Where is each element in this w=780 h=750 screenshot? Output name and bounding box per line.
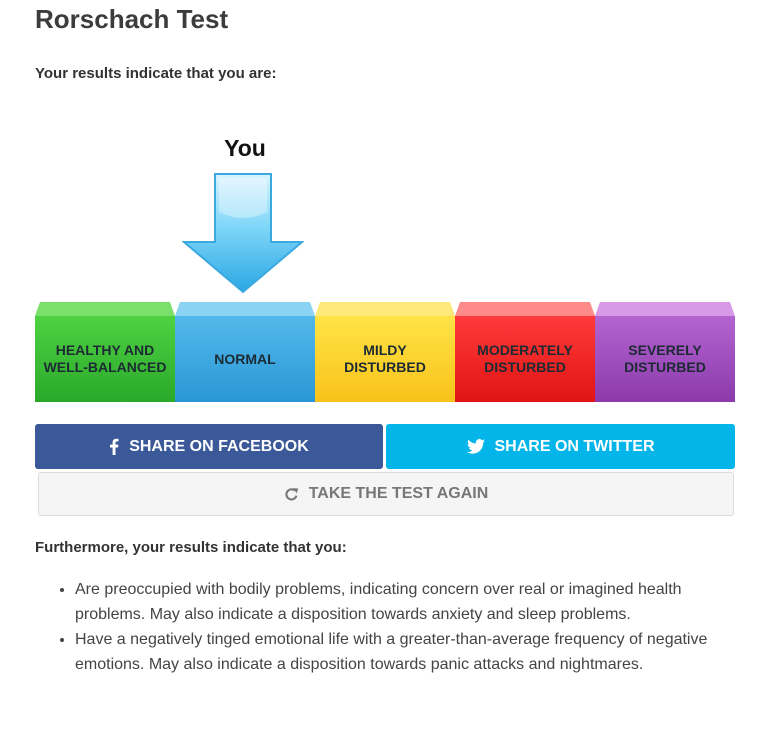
- scale-label: NORMAL: [175, 316, 315, 402]
- scale-block-severely-disturbed: SEVERELY DISTURBED: [595, 302, 735, 402]
- share-facebook-button[interactable]: SHARE ON FACEBOOK: [35, 424, 383, 469]
- share-facebook-label: SHARE ON FACEBOOK: [129, 437, 309, 455]
- block-top: [595, 302, 735, 316]
- facebook-icon: [109, 438, 119, 455]
- share-twitter-button[interactable]: SHARE ON TWITTER: [386, 424, 735, 469]
- scale-label: MILDY DISTURBED: [315, 316, 455, 402]
- refresh-icon: [284, 487, 299, 502]
- scale-block-mildly-disturbed: MILDY DISTURBED: [315, 302, 455, 402]
- block-top: [175, 302, 315, 316]
- result-scale: HEALTHY AND WELL-BALANCED NORMAL MILDY D…: [35, 302, 735, 402]
- scale-block-healthy: HEALTHY AND WELL-BALANCED: [35, 302, 175, 402]
- block-top: [35, 302, 175, 316]
- scale-label: SEVERELY DISTURBED: [595, 316, 735, 402]
- scale-block-normal: NORMAL: [175, 302, 315, 402]
- block-top: [315, 302, 455, 316]
- take-test-again-button[interactable]: TAKE THE TEST AGAIN: [38, 472, 734, 516]
- list-item: Are preoccupied with bodily problems, in…: [75, 577, 755, 627]
- take-test-again-label: TAKE THE TEST AGAIN: [308, 485, 489, 502]
- scale-label: MODERATELY DISTURBED: [455, 316, 595, 402]
- down-arrow-icon: [182, 173, 304, 294]
- details-list: Are preoccupied with bodily problems, in…: [55, 577, 755, 677]
- share-twitter-label: SHARE ON TWITTER: [494, 437, 655, 455]
- scale-label: HEALTHY AND WELL-BALANCED: [35, 316, 175, 402]
- details-heading: Furthermore, your results indicate that …: [35, 539, 347, 556]
- page-title: Rorschach Test: [35, 4, 229, 34]
- you-label: You: [224, 135, 266, 161]
- list-item: Have a negatively tinged emotional life …: [75, 627, 755, 677]
- scale-block-moderately-disturbed: MODERATELY DISTURBED: [455, 302, 595, 402]
- results-subtitle: Your results indicate that you are:: [35, 65, 277, 82]
- twitter-icon: [466, 439, 485, 454]
- block-top: [455, 302, 595, 316]
